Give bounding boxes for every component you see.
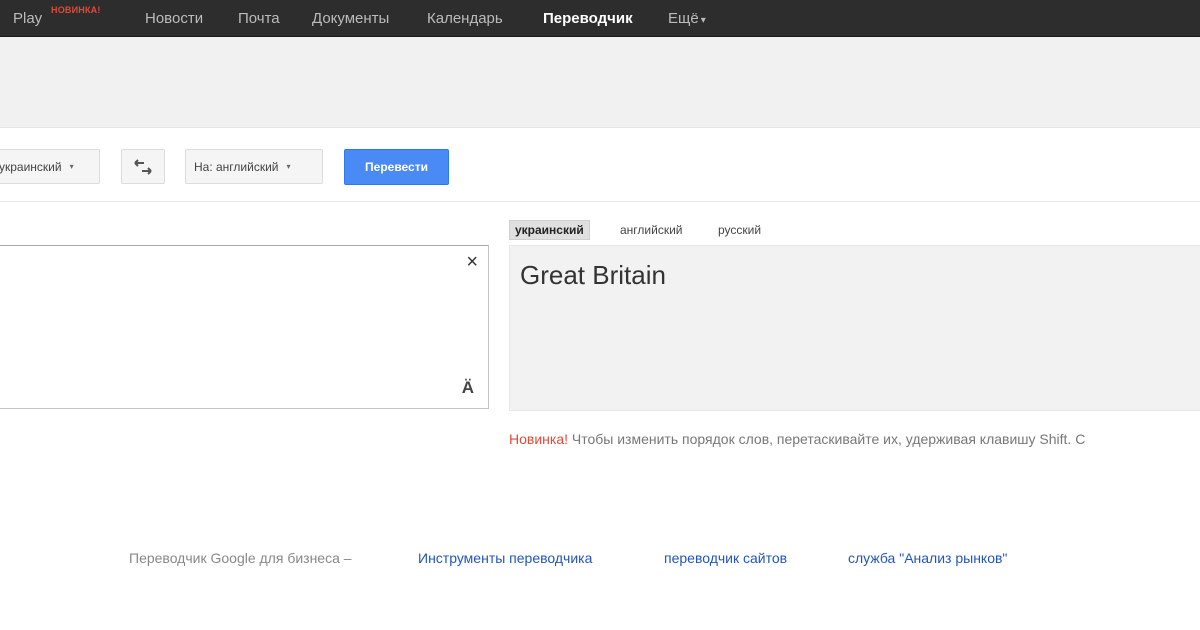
translation-result-box: Great Britain (509, 245, 1200, 411)
source-language-select[interactable]: украинский ▾ (0, 149, 100, 184)
input-tools-icon[interactable]: Ä (462, 378, 474, 398)
nav-more-label: Ещё (668, 10, 699, 27)
translation-result-text[interactable]: Great Britain (520, 260, 666, 291)
nav-item-play[interactable]: Play (13, 10, 42, 27)
footer-link-market-analysis[interactable]: служба "Анализ рынков" (848, 550, 1007, 566)
top-navigation-bar: Play НОВИНКА! Новости Почта Документы Ка… (0, 0, 1200, 37)
chevron-down-icon: ▾ (69, 162, 74, 171)
clear-icon[interactable]: × (466, 252, 478, 272)
header-band (0, 37, 1200, 128)
target-language-select[interactable]: На: английский ▾ (185, 149, 323, 184)
swap-languages-button[interactable] (121, 149, 165, 184)
result-tab-russian[interactable]: русский (713, 220, 766, 240)
reorder-notice: Новинка! Чтобы изменить порядок слов, пе… (509, 431, 1085, 447)
nav-item-calendar[interactable]: Календарь (427, 10, 503, 27)
result-tab-english[interactable]: английский (615, 220, 687, 240)
nav-new-badge: НОВИНКА! (51, 5, 101, 15)
nav-item-news[interactable]: Новости (145, 10, 203, 27)
notice-text: Чтобы изменить порядок слов, перетаскива… (568, 431, 1086, 447)
chevron-down-icon: ▾ (286, 162, 291, 171)
nav-item-translate[interactable]: Переводчик (543, 10, 633, 27)
footer-business-label: Переводчик Google для бизнеса – (129, 550, 352, 566)
source-text-input[interactable] (7, 254, 447, 394)
swap-languages-icon (134, 158, 152, 175)
footer-link-translator-toolkit[interactable]: Инструменты переводчика (418, 550, 592, 566)
footer-link-website-translator[interactable]: переводчик сайтов (664, 550, 787, 566)
source-language-label: украинский (0, 159, 62, 174)
toolbar-divider (0, 201, 1200, 202)
translate-button[interactable]: Перевести (344, 149, 449, 185)
result-tab-ukrainian[interactable]: украинский (509, 220, 590, 240)
nav-more-menu[interactable]: Ещё ▾ (668, 10, 706, 27)
chevron-down-icon: ▾ (700, 15, 706, 26)
source-text-box: × Ä (0, 245, 489, 409)
target-language-label: На: английский (194, 159, 279, 174)
nav-item-mail[interactable]: Почта (238, 10, 280, 27)
nav-item-documents[interactable]: Документы (312, 10, 389, 27)
new-feature-label: Новинка! (509, 431, 568, 447)
